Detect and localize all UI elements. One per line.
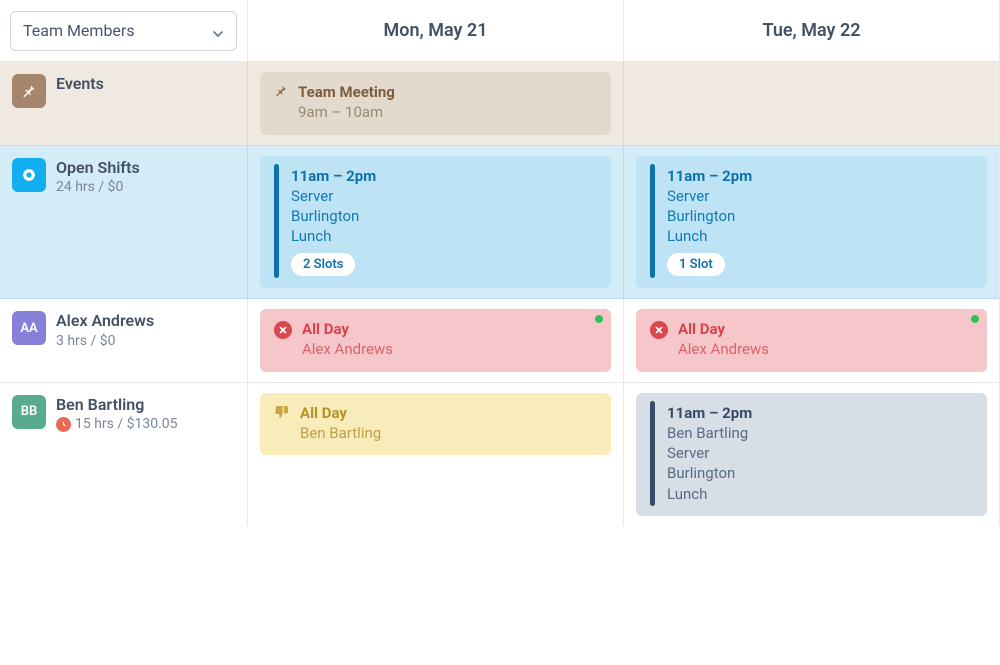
open-shift-card[interactable]: 11am – 2pm Server Burlington Lunch 1 Slo… (636, 156, 987, 289)
filter-label: Team Members (23, 21, 135, 40)
open-shifts-row-side: Open Shifts 24 hrs / $0 (0, 146, 248, 300)
shift-card[interactable]: 11am – 2pm Ben Bartling Server Burlingto… (636, 393, 987, 516)
events-mon-cell[interactable]: Team Meeting 9am – 10am (248, 62, 624, 146)
shift-name: Lunch (667, 484, 752, 504)
shift-name: Lunch (291, 226, 376, 246)
filter-cell: Team Members (0, 0, 248, 62)
card-title: All Day (300, 403, 381, 423)
shift-role: Server (667, 186, 752, 206)
open-shift-icon (12, 158, 46, 192)
open-shifts-title: Open Shifts (56, 158, 140, 179)
pin-icon (274, 83, 288, 103)
thumbs-down-icon (274, 404, 290, 425)
day-header-mon: Mon, May 21 (248, 0, 624, 62)
ben-tue-cell[interactable]: 11am – 2pm Ben Bartling Server Burlingto… (624, 383, 1000, 526)
event-card[interactable]: Team Meeting 9am – 10am (260, 72, 611, 135)
day-header-tue: Tue, May 22 (624, 0, 1000, 62)
unavailable-card[interactable]: All Day Alex Andrews (260, 309, 611, 372)
card-sub: Alex Andrews (678, 339, 769, 359)
card-sub: Alex Andrews (302, 339, 393, 359)
day-label: Tue, May 22 (762, 20, 860, 41)
member-name: Alex Andrews (56, 311, 154, 332)
preference-card[interactable]: All Day Ben Bartling (260, 393, 611, 456)
day-label: Mon, May 21 (384, 20, 488, 41)
status-dot-icon (595, 315, 603, 323)
slots-pill[interactable]: 1 Slot (667, 253, 725, 277)
card-accent-bar (274, 164, 279, 279)
unavailable-card[interactable]: All Day Alex Andrews (636, 309, 987, 372)
card-accent-bar (650, 164, 655, 279)
shift-name: Lunch (667, 226, 752, 246)
shift-role: Server (291, 186, 376, 206)
card-sub: Ben Bartling (300, 423, 381, 443)
avatar: AA (12, 311, 46, 345)
member-row-ben[interactable]: BB Ben Bartling 15 hrs / $130.05 (0, 383, 248, 526)
open-shifts-sub: 24 hrs / $0 (56, 178, 140, 196)
event-time: 9am – 10am (298, 102, 395, 122)
clock-icon (56, 417, 71, 432)
events-row-side: Events (0, 62, 248, 146)
avatar-initials: BB (21, 404, 38, 419)
card-title: All Day (302, 319, 393, 339)
member-name: Ben Bartling (56, 395, 178, 416)
shift-member: Ben Bartling (667, 423, 752, 443)
events-tue-cell[interactable] (624, 62, 1000, 146)
avatar: BB (12, 395, 46, 429)
shift-location: Burlington (291, 206, 376, 226)
member-sub: 15 hrs / $130.05 (75, 415, 178, 433)
chevron-down-icon (212, 25, 224, 37)
team-members-select[interactable]: Team Members (10, 11, 237, 51)
close-circle-icon (274, 321, 292, 339)
card-accent-bar (650, 401, 655, 506)
shift-time: 11am – 2pm (291, 166, 376, 186)
shift-location: Burlington (667, 463, 752, 483)
shift-time: 11am – 2pm (667, 403, 752, 423)
open-shift-card[interactable]: 11am – 2pm Server Burlington Lunch 2 Slo… (260, 156, 611, 289)
slots-pill[interactable]: 2 Slots (291, 253, 355, 277)
shift-role: Server (667, 443, 752, 463)
shift-location: Burlington (667, 206, 752, 226)
pin-icon (12, 74, 46, 108)
event-title: Team Meeting (298, 82, 395, 102)
shift-time: 11am – 2pm (667, 166, 752, 186)
member-sub: 3 hrs / $0 (56, 332, 154, 350)
open-mon-cell[interactable]: 11am – 2pm Server Burlington Lunch 2 Slo… (248, 146, 624, 300)
avatar-initials: AA (20, 321, 37, 336)
status-dot-icon (971, 315, 979, 323)
events-title: Events (56, 74, 104, 95)
member-row-alex[interactable]: AA Alex Andrews 3 hrs / $0 (0, 299, 248, 383)
card-title: All Day (678, 319, 769, 339)
alex-mon-cell[interactable]: All Day Alex Andrews (248, 299, 624, 383)
close-circle-icon (650, 321, 668, 339)
alex-tue-cell[interactable]: All Day Alex Andrews (624, 299, 1000, 383)
ben-mon-cell[interactable]: All Day Ben Bartling (248, 383, 624, 526)
open-tue-cell[interactable]: 11am – 2pm Server Burlington Lunch 1 Slo… (624, 146, 1000, 300)
